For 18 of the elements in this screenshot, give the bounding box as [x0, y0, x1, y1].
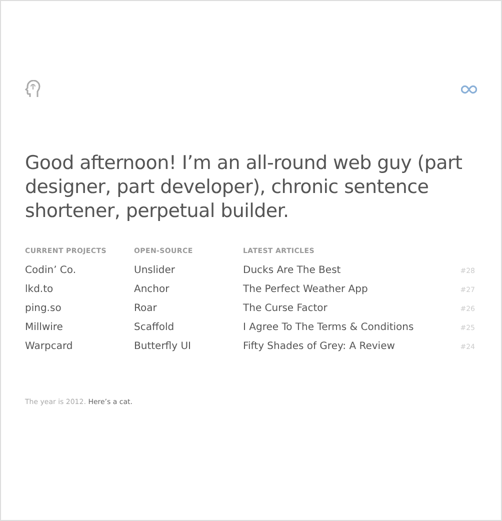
item-link[interactable]: ping.so	[25, 303, 62, 314]
item-link[interactable]: Roar	[134, 303, 157, 314]
item-link[interactable]: Anchor	[134, 284, 170, 295]
item-link[interactable]: Millwire	[25, 322, 63, 333]
head-logo-icon[interactable]	[25, 80, 41, 98]
infinity-icon[interactable]	[461, 84, 477, 94]
item-link[interactable]: Ducks Are The Best	[243, 265, 341, 276]
item-link[interactable]: Scaffold	[134, 322, 174, 333]
item-link[interactable]: The Curse Factor	[243, 303, 328, 314]
intro-text: Good afternoon! I’m an all-round web guy (part designer, part developer), chronic sentence shortener, perpetual builder.	[25, 151, 464, 223]
item-link[interactable]: Butterfly UI	[134, 341, 191, 352]
item-link[interactable]: Codin’ Co.	[25, 265, 76, 276]
item-link[interactable]: lkd.to	[25, 284, 54, 295]
item-link[interactable]: Unslider	[134, 265, 176, 276]
item-link[interactable]: Fifty Shades of Grey: A Review	[243, 341, 395, 352]
item-link[interactable]: The Perfect Weather App	[243, 284, 368, 295]
item-link[interactable]: Warpcard	[25, 341, 73, 352]
item-link[interactable]: I Agree To The Terms & Conditions	[243, 322, 414, 333]
